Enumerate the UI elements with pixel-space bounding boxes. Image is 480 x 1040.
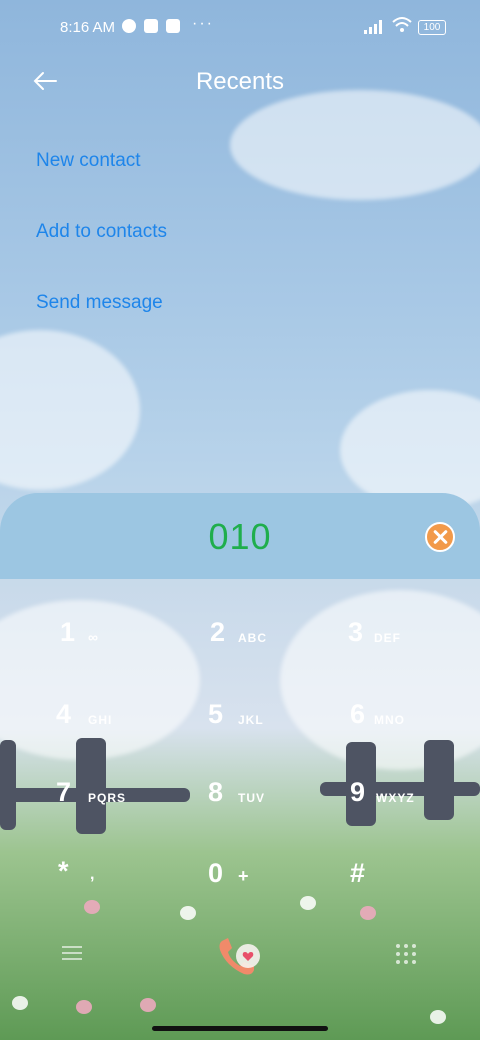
key-digit: 8 [208,777,224,807]
background-cloud [0,330,140,490]
flower-decoration [430,1010,446,1024]
key-letters: , [90,866,96,883]
notification-icon [144,19,158,33]
status-time: 8:16 AM [60,19,116,36]
key-letters: WXYZ [376,791,415,805]
key-digit: 2 [210,617,226,647]
key-digit: * [58,856,69,886]
wifi-icon [392,17,412,32]
key-7[interactable]: 7 PQRS [56,775,176,835]
notification-icon [122,19,136,33]
key-1[interactable]: 1 ∞ [60,615,180,675]
key-9[interactable]: 9 WXYZ [350,775,470,835]
flower-decoration [180,906,196,920]
key-letters: JKL [238,713,264,727]
key-letters: ABC [238,631,267,645]
key-digit: 6 [350,699,366,729]
send-message-link[interactable]: Send message [36,292,163,314]
flower-decoration [76,1000,92,1014]
call-button[interactable] [214,934,264,978]
status-bar: 8:16 AM ··· 100 [0,0,480,56]
flower-decoration [140,998,156,1012]
key-3[interactable]: 3 DEF [348,615,468,675]
key-letters: DEF [374,631,401,645]
bottom-bar [0,930,480,990]
key-digit: 5 [208,699,224,729]
key-digit: 1 [60,617,76,647]
key-letters: MNO [374,713,405,727]
flower-decoration [12,996,28,1010]
key-5[interactable]: 5 JKL [208,697,328,757]
key-letters: TUV [238,791,265,805]
number-display-panel: 010 [0,493,480,579]
add-to-contacts-link[interactable]: Add to contacts [36,221,167,243]
key-0[interactable]: 0 + [208,856,328,916]
more-notifications-icon: ··· [192,15,214,32]
dialpad-toggle-icon[interactable] [396,944,416,964]
page-title: Recents [195,68,285,95]
key-digit: 7 [56,777,72,807]
dialed-number: 010 [208,516,272,557]
key-digit: 0 [208,858,224,888]
voicemail-icon: ∞ [88,629,99,645]
background-cloud [340,390,480,510]
key-digit: 3 [348,617,364,647]
key-letters: PQRS [88,791,127,805]
dialer-screen: 8:16 AM ··· 100 Recents New contact Add … [0,0,480,1040]
home-indicator[interactable] [152,1026,328,1031]
key-star[interactable]: *, [58,856,178,916]
key-letters: GHI [88,713,113,727]
battery-icon: 100 [418,20,446,35]
key-letters: + [238,866,250,886]
key-2[interactable]: 2 ABC [210,615,330,675]
key-8[interactable]: 8 TUV [208,775,328,835]
key-4[interactable]: 4 GHI [56,697,176,757]
key-digit: # [350,858,366,888]
new-contact-link[interactable]: New contact [36,150,141,172]
key-digit: 9 [350,777,366,807]
key-6[interactable]: 6 MNO [350,697,470,757]
fence-decoration [0,740,16,830]
key-hash[interactable]: # [350,856,470,916]
key-digit: 4 [56,699,72,729]
signal-icon [364,20,382,34]
header: Recents [0,56,480,108]
delete-digit-icon[interactable] [425,522,455,552]
menu-icon[interactable] [62,946,82,960]
upload-icon [166,19,180,33]
